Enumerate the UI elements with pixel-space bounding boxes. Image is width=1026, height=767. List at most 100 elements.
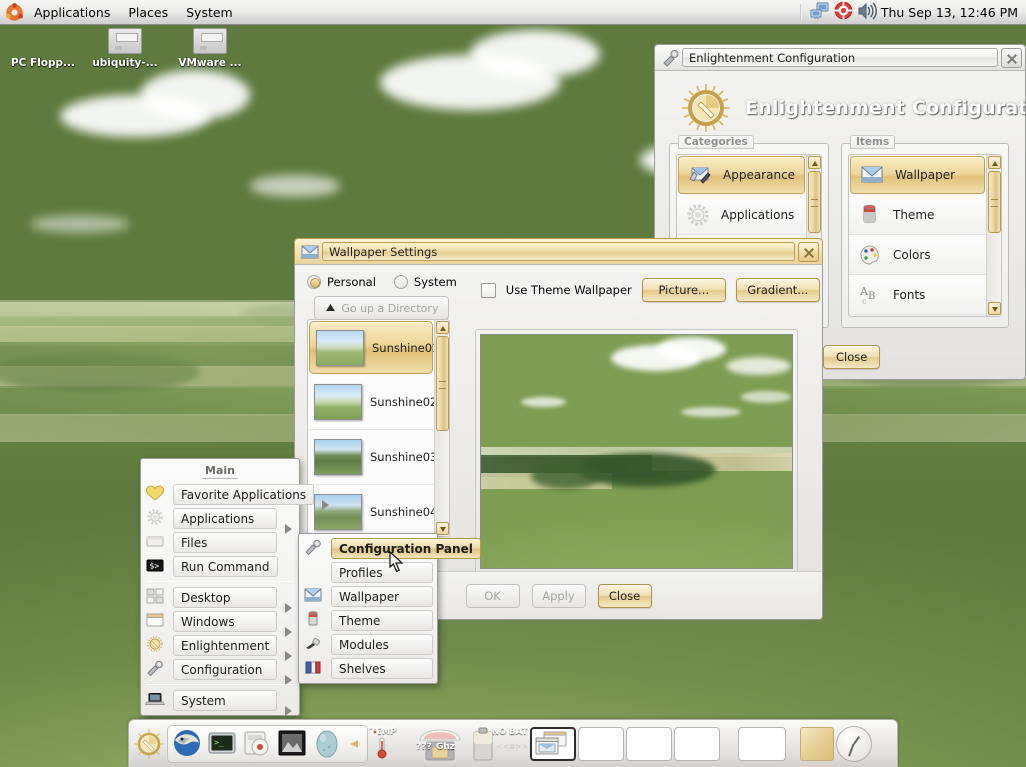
scroll-up-icon[interactable] [808, 156, 821, 169]
window-titlebar[interactable]: Wallpaper Settings [294, 238, 823, 264]
wallpaper-file-row[interactable]: Sunshine04 [308, 485, 434, 537]
wallpaper-file-row[interactable]: Sunshine01 [309, 321, 433, 374]
use-theme-wallpaper-checkbox[interactable] [481, 283, 496, 298]
cpu-label: Ghz [436, 742, 455, 752]
menu-item-applications[interactable]: Applications [141, 506, 299, 530]
window-icon [145, 611, 167, 631]
scrollbar-thumb[interactable] [436, 336, 449, 431]
pager-desktop-3[interactable] [674, 727, 720, 761]
help-lifebuoy-icon[interactable] [834, 1, 853, 23]
scroll-down-icon[interactable] [436, 522, 449, 535]
cpu-frequency-gadget[interactable]: ??? Ghz [412, 728, 468, 760]
cpu-value: ??? [416, 742, 432, 752]
configuration-submenu[interactable]: Configuration Panel Profiles Wallpaper T… [298, 533, 438, 684]
panel-separator [800, 4, 802, 20]
enlightenment-sun-icon [681, 83, 731, 133]
items-scrollbar[interactable] [986, 155, 1001, 316]
modules-plug-icon [303, 634, 325, 654]
item-label: Wallpaper [895, 168, 955, 182]
item-colors[interactable]: Colors [849, 235, 986, 275]
scroll-up-icon[interactable] [436, 321, 449, 334]
panel-menu-places[interactable]: Places [120, 2, 176, 23]
wallpaper-icon [859, 162, 885, 188]
menu-item-label: Run Command [173, 556, 278, 577]
chevron-up-icon [325, 302, 336, 315]
pager-desktop-2[interactable] [626, 727, 672, 761]
menu-item-desktop[interactable]: Desktop [141, 585, 299, 609]
panel-clock[interactable]: Thu Sep 13, 12:46 PM [881, 5, 1018, 20]
scrollbar-thumb[interactable] [988, 171, 1001, 233]
scroll-up-icon[interactable] [988, 156, 1001, 169]
image-viewer-icon[interactable] [277, 728, 309, 760]
menu-item-system[interactable]: System [141, 688, 299, 712]
radio-personal[interactable]: Personal [307, 275, 376, 289]
desktop-icon-label: ubiquity-... [82, 57, 168, 69]
close-button[interactable]: Close [598, 584, 652, 608]
radio-label: Personal [327, 275, 376, 289]
desktop-icon-ubiquity[interactable]: ubiquity-... [82, 28, 168, 69]
egg-icon[interactable] [312, 728, 344, 760]
wallpaper-file-row[interactable]: Sunshine02 [308, 375, 434, 430]
category-item-applications[interactable]: Applications [677, 195, 806, 235]
panel-menu-applications[interactable]: Applications [26, 2, 118, 23]
category-label: Applications [721, 208, 794, 222]
desktop-icon-pc-floppy[interactable]: PC Flopp... [0, 28, 86, 69]
menu-item-enlightenment[interactable]: Enlightenment [141, 633, 299, 657]
ok-button[interactable]: OK [466, 584, 520, 608]
item-theme[interactable]: Theme [849, 195, 986, 235]
close-icon[interactable] [798, 242, 819, 262]
item-wallpaper[interactable]: Wallpaper [850, 156, 985, 194]
menu-item-run-command[interactable]: $> Run Command [141, 554, 299, 578]
picture-button[interactable]: Picture... [642, 278, 726, 302]
network-icon[interactable] [810, 2, 830, 23]
submenu-item-configuration-panel[interactable]: Configuration Panel [299, 536, 437, 560]
menu-item-configuration[interactable]: Configuration [141, 657, 299, 681]
menu-item-windows[interactable]: Windows [141, 609, 299, 633]
submenu-item-wallpaper[interactable]: Wallpaper [299, 584, 437, 608]
ubuntu-logo-icon[interactable] [5, 3, 24, 22]
submenu-item-shelves[interactable]: Shelves [299, 656, 437, 680]
enlightenment-start-icon[interactable] [133, 728, 165, 760]
cd-burner-icon[interactable] [242, 728, 274, 760]
radio-system[interactable]: System [394, 275, 457, 289]
wallpaper-icon [303, 586, 325, 606]
config-close-button[interactable]: Close [823, 345, 880, 369]
config-header: Enlightenment Configuration [665, 79, 1015, 143]
panel-menu-system[interactable]: System [178, 2, 241, 23]
menu-item-label: Files [173, 532, 277, 553]
wallpaper-options-row: Personal System Go up a Directory [295, 265, 822, 326]
go-up-directory-button[interactable]: Go up a Directory [314, 296, 449, 320]
category-item-appearance[interactable]: Appearance [678, 156, 805, 194]
items-list[interactable]: Wallpaper Theme [848, 154, 1002, 317]
submenu-item-profiles[interactable]: Profiles [299, 560, 437, 584]
wallpaper-file-row[interactable]: Sunshine03 [308, 430, 434, 485]
submenu-item-modules[interactable]: Modules [299, 632, 437, 656]
pager-desktop-4[interactable] [738, 727, 786, 761]
analog-clock-icon[interactable] [836, 726, 872, 762]
ibar-placeholder-icon[interactable] [800, 727, 834, 761]
volume-icon[interactable] [857, 2, 877, 23]
theme-paintbucket-icon [857, 202, 883, 228]
temperature-gadget[interactable]: TEMP [370, 728, 410, 760]
taskbar-item-active[interactable] [530, 727, 576, 761]
battery-gadget[interactable]: NO BAT <<o>> [470, 728, 528, 760]
wallpaper-list-scrollbar[interactable] [434, 320, 449, 536]
desktop-icon-vmware[interactable]: VMware ... [167, 28, 253, 69]
window-titlebar[interactable]: Enlightenment Configuration [654, 44, 1026, 70]
menu-item-favorite-applications[interactable]: Favorite Applications [141, 482, 299, 506]
item-fonts[interactable]: A B c Fonts [849, 275, 986, 315]
gradient-button[interactable]: Gradient... [736, 278, 820, 302]
window-title: Enlightenment Configuration [682, 48, 998, 67]
pager-desktop-1[interactable] [578, 727, 624, 761]
root-menu[interactable]: Main Favorite Applications Applications … [140, 458, 300, 716]
scroll-down-icon[interactable] [988, 302, 1001, 315]
close-icon[interactable] [1001, 48, 1022, 68]
submenu-item-theme[interactable]: Theme [299, 608, 437, 632]
submenu-item-label: Configuration Panel [331, 538, 481, 559]
thunderbird-icon[interactable] [172, 728, 204, 760]
scrollbar-thumb[interactable] [808, 171, 821, 233]
menu-item-files[interactable]: Files [141, 530, 299, 554]
apply-button[interactable]: Apply [532, 584, 586, 608]
svg-text:c: c [862, 297, 867, 306]
terminal-icon[interactable]: >_ [207, 728, 239, 760]
